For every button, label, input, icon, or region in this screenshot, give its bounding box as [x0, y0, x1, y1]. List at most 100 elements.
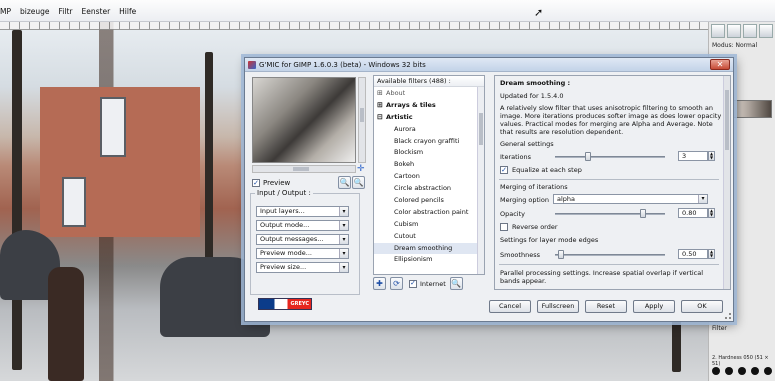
filter-title: Dream smoothing : — [500, 79, 571, 87]
menu-item-hilfe[interactable]: Hilfe — [119, 6, 136, 16]
canvas-ruler — [0, 22, 708, 30]
smoothness-slider[interactable] — [555, 254, 665, 256]
layer-mode-title: Settings for layer mode edges — [500, 236, 599, 244]
apply-button[interactable]: Apply — [633, 300, 675, 313]
add-favorite-icon[interactable]: ✚ — [373, 277, 386, 290]
ok-button[interactable]: OK — [681, 300, 723, 313]
internet-checkbox[interactable]: ✓ — [409, 279, 417, 288]
brush-dot[interactable] — [751, 367, 759, 375]
output-mode-select[interactable]: Output mode... ▾ — [256, 220, 349, 231]
refresh-icon[interactable]: ⟳ — [390, 277, 403, 290]
filter-item[interactable]: Ellipsionism — [374, 254, 478, 266]
filter-list: ⊞ About ⊞ Arrays & tiles ⊟ Artistic Aurora Blac… — [374, 88, 478, 266]
general-settings-title: General settings — [500, 140, 554, 148]
search-icon[interactable]: 🔍 — [449, 277, 463, 290]
chevron-down-icon: ▾ — [339, 263, 348, 272]
filter-item[interactable]: Aurora — [374, 124, 478, 136]
opacity-slider[interactable] — [555, 213, 665, 215]
reverse-order-toggle[interactable]: Reverse order — [500, 223, 558, 231]
reverse-order-checkbox[interactable] — [500, 223, 508, 231]
chevron-down-icon: ▾ — [339, 249, 348, 258]
filters-header: Available filters (488) : — [374, 76, 484, 87]
smoothness-slider-thumb[interactable] — [557, 250, 564, 259]
input-layers-select[interactable]: Input layers... ▾ — [256, 206, 349, 217]
menu-item-werkzeuge[interactable]: bizeuge — [20, 6, 50, 16]
filter-item[interactable]: Bokeh — [374, 159, 478, 171]
reset-button[interactable]: Reset — [585, 300, 627, 313]
filter-item[interactable]: Dream smoothing — [374, 242, 478, 255]
filter-item[interactable]: Cartoon — [374, 171, 478, 183]
greyc-logo[interactable]: GREYC — [258, 298, 312, 310]
spin-arrows-icon[interactable]: ▲ ▼ — [708, 249, 715, 259]
brush-dot[interactable] — [712, 367, 720, 375]
iterations-spinbox[interactable]: 3 — [678, 151, 708, 161]
fullscreen-button[interactable]: Fullscreen — [537, 300, 579, 313]
opacity-slider-thumb[interactable] — [640, 209, 646, 218]
preview-image[interactable] — [252, 77, 356, 163]
brush-dot[interactable] — [738, 367, 746, 375]
filter-item[interactable]: Black crayon graffiti — [374, 136, 478, 148]
equalize-checkbox[interactable]: ✓ — [500, 166, 508, 174]
iterations-slider[interactable] — [555, 156, 665, 158]
filter-description: A relatively slow filter that uses aniso… — [500, 104, 722, 136]
preview-toggle[interactable]: ✓ Preview — [252, 179, 290, 187]
filter-item[interactable]: Cutout — [374, 231, 478, 243]
filter-category[interactable]: ⊞ About — [374, 88, 478, 100]
params-scrollbar[interactable] — [723, 76, 730, 289]
smoothness-spinbox[interactable]: 0.50 — [678, 249, 708, 259]
menu-item-fenster[interactable]: Eenster — [82, 6, 111, 16]
close-button[interactable]: ✕ — [710, 59, 730, 70]
expand-icon[interactable]: ⊟ — [377, 112, 383, 124]
scroll-thumb[interactable] — [360, 108, 364, 122]
brush-palette[interactable] — [712, 367, 772, 375]
scroll-thumb[interactable] — [725, 90, 729, 150]
output-messages-select[interactable]: Output messages... ▾ — [256, 234, 349, 245]
filter-label: Arrays & tiles — [386, 100, 436, 109]
brush-dot[interactable] — [725, 367, 733, 375]
filter-item[interactable]: Blockism — [374, 147, 478, 159]
preview-size-select[interactable]: Preview size... ▾ — [256, 262, 349, 273]
crosshair-icon[interactable]: ✛ — [357, 165, 366, 174]
dialog-titlebar[interactable]: G'MIC for GIMP 1.6.0.3 (beta) - Windows … — [245, 58, 733, 72]
layers-icon[interactable] — [711, 24, 725, 38]
scroll-thumb[interactable] — [293, 167, 309, 171]
opacity-spinbox[interactable]: 0.80 — [678, 208, 708, 218]
spin-arrows-icon[interactable]: ▲ ▼ — [708, 208, 715, 218]
paths-icon[interactable] — [743, 24, 757, 38]
merging-option-select[interactable]: alpha ▾ — [553, 194, 708, 204]
menu-item-filter[interactable]: Filtr — [59, 6, 73, 16]
internet-toggle[interactable]: ✓ Internet — [409, 279, 446, 288]
filter-label: Colored pencils — [394, 196, 444, 205]
smoothness-label: Smoothness — [500, 251, 540, 259]
filter-item[interactable]: Color abstraction paint — [374, 207, 478, 219]
filter-item[interactable]: Circle abstraction — [374, 183, 478, 195]
dialog-title: G'MIC for GIMP 1.6.0.3 (beta) - Windows … — [259, 60, 426, 69]
filter-label: Ellipsionism — [394, 255, 433, 264]
cancel-button[interactable]: Cancel — [489, 300, 531, 313]
menu-item[interactable]: MP — [0, 6, 11, 16]
filter-item[interactable]: Cubism — [374, 219, 478, 231]
preview-vertical-scrollbar[interactable] — [358, 77, 366, 163]
expand-icon[interactable]: ⊞ — [377, 100, 383, 112]
gmic-app-icon — [248, 60, 256, 69]
equalize-toggle[interactable]: ✓ Equalize at each step — [500, 166, 582, 174]
preview-checkbox[interactable]: ✓ — [252, 179, 260, 187]
scroll-thumb[interactable] — [479, 113, 483, 145]
undo-history-icon[interactable] — [759, 24, 773, 38]
zoom-out-icon[interactable]: 🔍 — [338, 176, 351, 189]
filter-label: Cutout — [394, 231, 416, 240]
filter-category[interactable]: ⊞ Arrays & tiles — [374, 100, 478, 112]
spin-arrows-icon[interactable]: ▲ ▼ — [708, 151, 715, 161]
resize-grip-icon[interactable] — [725, 313, 731, 319]
brush-dot[interactable] — [764, 367, 772, 375]
expand-icon[interactable]: ⊞ — [377, 88, 383, 100]
iterations-slider-thumb[interactable] — [585, 152, 591, 161]
preview-horizontal-scrollbar[interactable] — [252, 165, 356, 173]
filters-scrollbar[interactable] — [477, 87, 484, 274]
filter-item[interactable]: Colored pencils — [374, 195, 478, 207]
zoom-in-icon[interactable]: 🔍 — [352, 176, 365, 189]
merging-option-label: Merging option — [500, 196, 549, 204]
channels-icon[interactable] — [727, 24, 741, 38]
preview-mode-select[interactable]: Preview mode... ▾ — [256, 248, 349, 259]
filter-category[interactable]: ⊟ Artistic — [374, 112, 478, 124]
